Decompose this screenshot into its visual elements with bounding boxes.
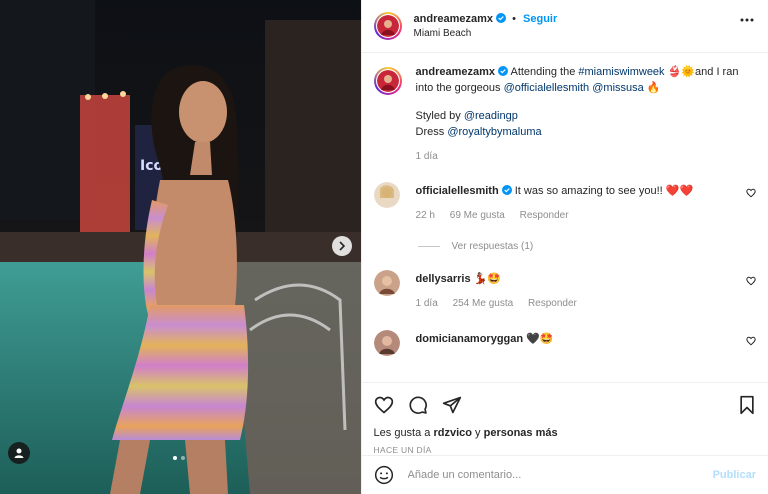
avatar-image (376, 70, 399, 92)
comment-composer: Publicar (361, 455, 768, 494)
more-options-icon[interactable] (740, 18, 754, 22)
avatar-image (376, 15, 399, 37)
comment-text: 💃🏽🤩 (473, 273, 502, 285)
commenter-avatar[interactable] (373, 330, 400, 356)
comment-text: It was so amazing to see you!! ❤️❤️ (514, 185, 694, 197)
caption-author-username[interactable]: andreamezamx (416, 66, 496, 78)
share-button[interactable] (442, 395, 462, 415)
user-tag-icon (14, 448, 24, 458)
post-modal: IconSw (0, 0, 768, 494)
save-button[interactable] (738, 395, 756, 415)
comment: officialellesmith It was so amazing to s… (373, 182, 756, 224)
post-sidebar: andreamezamx • Seguir Miami Beach andrea… (360, 0, 768, 494)
paper-plane-icon (442, 396, 461, 414)
verified-badge-icon (501, 185, 512, 195)
hashtag-link[interactable]: #miamiswimweek (578, 66, 664, 78)
author-avatar[interactable] (373, 12, 402, 40)
emoji-picker-icon[interactable] (374, 465, 394, 485)
tagged-users-button[interactable] (8, 442, 30, 464)
comment-age: 22 h (415, 210, 435, 221)
view-replies-button[interactable]: Ver respuestas (1) (417, 241, 756, 252)
dress-label: Dress (415, 126, 448, 138)
publish-button[interactable]: Publicar (713, 469, 756, 481)
like-button[interactable] (374, 395, 394, 415)
comment-input[interactable] (405, 468, 713, 482)
caption-author-avatar[interactable] (373, 67, 402, 95)
location-link[interactable]: Miami Beach (414, 28, 558, 39)
caption-emoji: 👙🌞 (667, 66, 696, 78)
like-comment-heart-icon[interactable] (746, 276, 756, 286)
styled-by-label: Styled by (415, 110, 464, 122)
commenter-username[interactable]: dellysarris (416, 273, 471, 285)
follow-button[interactable]: Seguir (523, 13, 557, 25)
liker-username[interactable]: rdzvico (433, 427, 472, 439)
comment-likes[interactable]: 69 Me gusta (450, 210, 505, 221)
heart-icon (374, 396, 393, 414)
verified-badge-icon (498, 66, 509, 76)
post-caption: andreamezamx Attending the #miamiswimwee… (373, 66, 756, 165)
reply-button[interactable]: Responder (528, 298, 577, 309)
mention-link[interactable]: @officialellesmith (504, 82, 590, 94)
post-photo: IconSw (0, 0, 361, 494)
likes-prefix: Les gusta a (373, 427, 434, 439)
post-actions (361, 382, 768, 427)
comment-age: 1 día (415, 298, 438, 309)
comment: dellysarris 💃🏽🤩 1 día 254 Me gusta Respo… (373, 270, 756, 312)
next-image-button[interactable] (332, 236, 352, 256)
comment-button[interactable] (408, 395, 428, 415)
comment-text: 🖤🤩 (526, 333, 554, 345)
carousel-dot (181, 456, 185, 460)
carousel-dots (173, 456, 185, 460)
mention-link[interactable]: @readingp (464, 110, 518, 122)
like-comment-heart-icon[interactable] (746, 188, 756, 198)
chevron-right-icon (339, 241, 346, 251)
replies-divider (417, 246, 440, 247)
other-likers-link[interactable]: personas más (484, 427, 558, 439)
mention-link[interactable]: @royaltybymaluma (447, 126, 541, 138)
mention-link[interactable]: @missusa (592, 82, 644, 94)
verified-badge-icon (496, 13, 507, 23)
likes-connector: y (471, 427, 484, 439)
likes-summary: Les gusta a rdzvico y personas más (362, 427, 768, 439)
separator-dot: • (512, 13, 516, 25)
post-timestamp: HACE UN DÍA (373, 445, 432, 455)
view-replies-label: Ver respuestas (1) (451, 241, 534, 252)
like-comment-heart-icon[interactable] (746, 336, 756, 346)
caption-text: Attending the (510, 66, 579, 78)
comments-scroll-area[interactable]: andreamezamx Attending the #miamiswimwee… (362, 53, 768, 382)
commenter-username[interactable]: domicianamoryggan (416, 333, 524, 345)
carousel-dot-active (173, 456, 177, 460)
commenter-avatar[interactable] (373, 182, 400, 208)
commenter-avatar[interactable] (373, 270, 400, 296)
comment-bubble-icon (409, 396, 427, 414)
post-media[interactable]: IconSw (0, 0, 361, 494)
comment: domicianamoryggan 🖤🤩 (373, 330, 756, 356)
bookmark-icon (740, 395, 754, 415)
commenter-username[interactable]: officialellesmith (416, 185, 499, 197)
author-username[interactable]: andreamezamx (414, 13, 494, 25)
comment-likes[interactable]: 254 Me gusta (453, 298, 514, 309)
reply-button[interactable]: Responder (520, 210, 569, 221)
post-header: andreamezamx • Seguir Miami Beach (361, 0, 768, 53)
caption-age: 1 día (415, 151, 438, 162)
caption-emoji: 🔥 (646, 82, 661, 94)
